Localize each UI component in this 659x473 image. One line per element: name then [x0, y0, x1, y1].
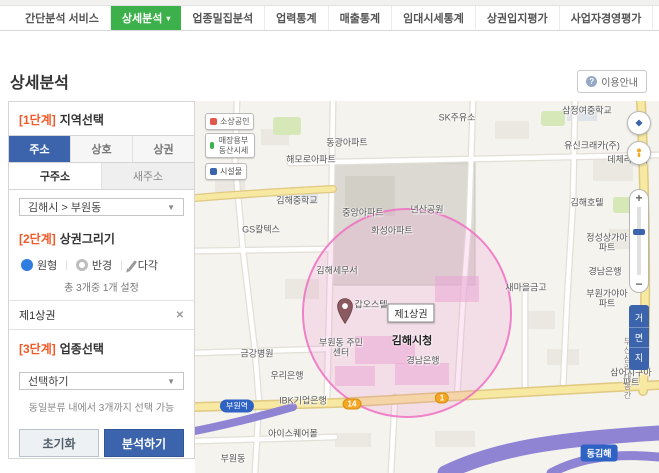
- subtab-old-address[interactable]: 구주소: [9, 163, 102, 189]
- subtab-new-address[interactable]: 새주소: [102, 163, 194, 189]
- panel-actions: 초기화 분석하기: [9, 419, 194, 467]
- region-select-value: 김해시 > 부원동: [28, 199, 101, 215]
- route-badge: 1: [435, 393, 449, 404]
- facility-icon: [210, 168, 217, 175]
- step1-title: 지역선택: [60, 113, 104, 127]
- measure-tools: 거 면 지: [629, 305, 649, 370]
- step2-title: 상권그리기: [60, 232, 115, 246]
- step3-tag: [3단계]: [19, 342, 56, 356]
- category-note: 동일분류 내에서 3개까지 선택 가능: [9, 394, 194, 419]
- station-badge: 부원역: [220, 400, 254, 413]
- roadview-button[interactable]: [627, 141, 651, 165]
- nav-tab-density-analysis[interactable]: 업종밀집분석: [181, 6, 265, 30]
- route-badge: 14: [343, 399, 362, 410]
- layer-button-realestate-price[interactable]: 매장용부동산시세: [205, 133, 255, 158]
- layer-realestate-label: 매장용부동산시세: [217, 136, 250, 155]
- zoom-slider[interactable]: [633, 229, 645, 235]
- analyze-button[interactable]: 분석하기: [104, 429, 184, 457]
- chevron-down-icon: ▼: [167, 203, 175, 212]
- shape-option-radius[interactable]: 반경: [76, 257, 112, 273]
- circle-shape-icon: [21, 259, 33, 271]
- map-container[interactable]: 소상공인 매장용부동산시세 시설물 SK주유소 삼정여중학교 동광아파트 해모로…: [195, 101, 659, 473]
- chevron-down-icon: ▼: [167, 377, 175, 386]
- district-item-label: 제1상권: [19, 307, 55, 323]
- step2-header: [2단계] 상권그리기: [9, 220, 194, 254]
- layer-facilities-label: 시설물: [220, 166, 242, 177]
- zoom-in-button[interactable]: +: [635, 192, 642, 204]
- cadastral-button[interactable]: 지: [629, 348, 649, 367]
- measure-distance-button[interactable]: 거: [629, 308, 649, 328]
- shape-circle-label: 원형: [37, 257, 57, 273]
- district-remove-button[interactable]: ✕: [176, 310, 184, 321]
- zoom-control: + −: [629, 189, 649, 293]
- tab-district[interactable]: 상권: [133, 136, 194, 162]
- step3-header: [3단계] 업종선택: [9, 330, 194, 364]
- step3-title: 업종선택: [60, 342, 104, 356]
- roadview-person-icon: [634, 147, 644, 159]
- tab-store-name[interactable]: 상호: [71, 136, 133, 162]
- layer-small-business-label: 소상공인: [220, 116, 249, 127]
- address-type-subtabs: 구주소 새주소: [9, 163, 194, 190]
- analysis-panel: [1단계] 지역선택 주소 상호 상권 구주소 새주소 김해시 > 부원동 ▼ […: [8, 101, 195, 459]
- layer-button-small-business[interactable]: 소상공인: [205, 113, 254, 130]
- step2-tag: [2단계]: [19, 232, 56, 246]
- district-item: 제1상권 ✕: [9, 300, 194, 330]
- search-type-tabs: 주소 상호 상권: [9, 135, 194, 163]
- nav-tab-rent-stats[interactable]: 임대시세통계: [392, 6, 476, 30]
- nav-tab-simple-analysis[interactable]: 간단분석 서비스: [14, 6, 111, 30]
- nav-tab-sales-stats[interactable]: 매출통계: [329, 6, 392, 30]
- question-icon: ?: [586, 76, 597, 87]
- nav-tab-owner-evaluation[interactable]: 사업자경영평가: [560, 6, 654, 30]
- shape-option-circle[interactable]: 원형: [21, 257, 57, 273]
- tab-address[interactable]: 주소: [9, 136, 71, 162]
- category-select[interactable]: 선택하기 ▼: [19, 372, 184, 390]
- divider: |: [120, 260, 123, 271]
- skyview-button[interactable]: [627, 111, 651, 135]
- nav-tab-location-evaluation[interactable]: 상권입지평가: [476, 6, 560, 30]
- zoom-out-button[interactable]: −: [635, 278, 642, 290]
- ring-shape-icon: [76, 259, 88, 271]
- zoom-track: [637, 207, 641, 275]
- city-hall-label: 김해시청: [392, 332, 432, 348]
- category-select-value: 선택하기: [28, 373, 68, 389]
- compass-icon: [634, 117, 644, 129]
- interchange-badge: 동김해: [581, 445, 618, 462]
- region-select[interactable]: 김해시 > 부원동 ▼: [19, 198, 184, 216]
- help-button-label: 이용안내: [601, 74, 638, 89]
- shape-option-polygon[interactable]: 다각: [131, 257, 158, 273]
- map-canvas[interactable]: [195, 101, 659, 473]
- divider: |: [65, 260, 68, 271]
- nav-tab-detail-analysis[interactable]: 상세분석 ▾: [111, 6, 182, 30]
- shape-radius-label: 반경: [92, 257, 112, 273]
- pencil-icon: [128, 260, 137, 271]
- main-nav: 간단분석 서비스 상세분석 ▾ 업종밀집분석 업력통계 매출통계 임대시세통계 …: [0, 6, 659, 31]
- nav-tab-detail-label: 상세분석: [122, 10, 162, 26]
- page-title: 상세분석: [10, 69, 69, 93]
- layer-button-facilities[interactable]: 시설물: [205, 163, 247, 180]
- chevron-down-icon: ▾: [166, 14, 170, 23]
- shape-polygon-label: 다각: [138, 257, 158, 273]
- district-label[interactable]: 제1상권: [387, 304, 434, 323]
- help-button[interactable]: ? 이용안내: [577, 70, 647, 93]
- price-icon: [210, 142, 214, 149]
- draw-shape-options: 원형 | 반경 | 다각: [9, 254, 194, 275]
- district-count-note: 총 3개중 1개 설정: [9, 275, 194, 300]
- store-icon: [210, 118, 217, 125]
- step1-tag: [1단계]: [19, 113, 56, 127]
- nav-tab-business-history-stats[interactable]: 업력통계: [265, 6, 328, 30]
- step1-header: [1단계] 지역선택: [9, 102, 194, 135]
- reset-button[interactable]: 초기화: [19, 429, 99, 457]
- measure-area-button[interactable]: 면: [629, 328, 649, 348]
